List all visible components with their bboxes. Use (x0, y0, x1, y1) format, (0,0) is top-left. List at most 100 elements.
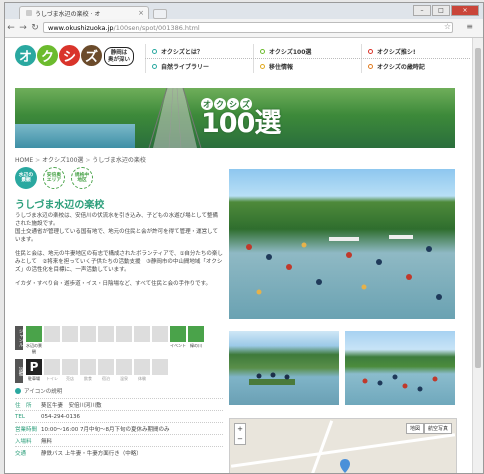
ring-icon (368, 48, 373, 54)
badge-district[interactable]: 規格中 地区 (71, 167, 93, 189)
map-zoom-control[interactable]: + − (234, 423, 246, 445)
nav-label: 自然ライブラリー (161, 63, 210, 71)
nav-migration[interactable]: 移住情報 (253, 59, 361, 73)
breadcrumb: HOME オクシズ100選 うしづま水辺の楽校 (15, 155, 146, 164)
address-bar[interactable]: www.okushizuoka.jp/100sen/spot/001386.ht… (43, 22, 453, 33)
map-type-control: 地図 航空写真 (405, 423, 452, 434)
logo-char: ズ (81, 45, 102, 66)
info-row: TEL 054-294-0136 (15, 410, 223, 422)
window-controls: – □ × (413, 5, 479, 16)
maximize-button[interactable]: □ (432, 5, 450, 16)
ring-icon (368, 63, 373, 69)
nav-saijiki[interactable]: オクシズの歳時記 (361, 59, 469, 73)
zoom-in-button[interactable]: + (235, 424, 245, 434)
tagline-line1: 静岡は (110, 50, 128, 56)
google-map[interactable]: + − 地図 航空写真 (229, 418, 457, 473)
river-crowd-graphic (246, 235, 442, 300)
logo-char: オ (15, 45, 36, 66)
facility-icon[interactable]: 体験 (134, 359, 150, 382)
tab-strip: うしづま水辺の楽校 · オ × – □ × (5, 3, 483, 19)
raft-graphic (249, 372, 295, 385)
feature-icons: ジャンル 水辺の景観 イベント 緑の川 設備 P 駐車場 トイレ 売店 飲食 宿泊… (15, 326, 215, 387)
back-icon[interactable]: ← (5, 23, 17, 33)
nav-nature-library[interactable]: 自然ライブラリー (145, 59, 253, 73)
desc-paragraph: 住民と会は、地元の牛妻地区の有志で構成されたボランティアで、①自分たちの楽しみと… (15, 251, 223, 273)
nav-label: オクシズの歳時記 (377, 63, 425, 71)
crowd-graphic (362, 374, 438, 392)
bookmark-star-icon[interactable]: ☆ (444, 22, 451, 31)
genre-icon[interactable] (134, 326, 150, 343)
genre-icon-row: ジャンル 水辺の景観 イベント 緑の川 (15, 326, 215, 355)
nav-oshi[interactable]: オクシズ推シ! (361, 44, 469, 58)
facility-icon[interactable]: 宿泊 (98, 359, 114, 382)
ring-icon (152, 63, 157, 69)
arrow-circle-icon (15, 388, 21, 394)
main-photo[interactable] (229, 169, 455, 319)
nav-100sen[interactable]: オクシズ100選 (253, 44, 361, 58)
badge-area[interactable]: 安倍奥 エリア (43, 167, 65, 189)
badge-waterside[interactable]: 水辺の 景観 (15, 167, 37, 189)
tagline-bubble: 静岡は 奥が深い (104, 47, 134, 66)
hero-banner: オ ク シ ズ 100選 (15, 88, 455, 148)
close-window-button[interactable]: × (451, 5, 479, 16)
site-logo[interactable]: オ ク シ ズ (15, 45, 102, 66)
genre-icon[interactable] (62, 326, 78, 343)
map-road (309, 420, 334, 473)
facility-icon[interactable]: 売店 (62, 359, 78, 382)
map-type-satellite-button[interactable]: 航空写真 (423, 423, 452, 434)
new-tab-button[interactable] (153, 9, 167, 19)
banner-100sen: 100選 (201, 108, 281, 139)
tagline-line2: 奥が深い (107, 57, 130, 63)
breadcrumb-current: うしづま水辺の楽校 (85, 157, 146, 164)
facility-icon[interactable]: トイレ (44, 359, 60, 382)
icon-explanation-link[interactable]: アイコンの説明 (15, 387, 62, 395)
genre-icon[interactable] (80, 326, 96, 343)
map-type-map-button[interactable]: 地図 (405, 423, 424, 434)
ring-icon (260, 48, 265, 54)
facility-icon[interactable] (152, 359, 168, 376)
nav-label: オクシズ推シ! (377, 48, 416, 56)
thumbnail-photo[interactable] (229, 331, 339, 405)
facility-icon[interactable]: 温泉 (116, 359, 132, 382)
desc-paragraph: うしづま水辺の楽校は、安倍川の伏流水を引き込み、子どもの水遊び場として整備された… (15, 213, 219, 227)
tab-close-icon[interactable]: × (138, 9, 144, 17)
genre-icon[interactable] (116, 326, 132, 343)
info-row: 営業時間 10:00〜16:00 7月中旬〜8月下旬の夏休み期間のみ (15, 422, 223, 434)
browser-toolbar: ← → ↻ www.okushizuoka.jp/100sen/spot/001… (5, 19, 483, 38)
url-domain: www.okushizuoka.jp (48, 24, 114, 32)
zoom-out-button[interactable]: − (235, 434, 245, 444)
vertical-scrollbar[interactable] (472, 38, 483, 473)
genre-icon[interactable] (98, 326, 114, 343)
genre-icon-event[interactable]: イベント (170, 326, 186, 349)
tab-title: うしづま水辺の楽校 · オ (35, 10, 101, 18)
genre-icon[interactable] (152, 326, 168, 343)
thumbnail-photo[interactable] (345, 331, 455, 405)
reload-icon[interactable]: ↻ (29, 23, 41, 33)
browser-tab[interactable]: うしづま水辺の楽校 · オ × (19, 6, 149, 19)
minimize-button[interactable]: – (413, 5, 431, 16)
scrollbar-thumb[interactable] (475, 48, 481, 368)
genre-icon-river[interactable]: 緑の川 (188, 326, 204, 349)
facility-icon-row: 設備 P 駐車場 トイレ 売店 飲食 宿泊 温泉 体験 (15, 359, 215, 383)
ring-icon (260, 63, 265, 69)
facility-icon[interactable]: 飲食 (80, 359, 96, 382)
nav-label: 移住情報 (269, 63, 294, 71)
global-nav: オクシズとは？ オクシズ100選 オクシズ推シ! 自然ライブラリー 移住情報 オ… (145, 44, 470, 73)
forward-icon[interactable]: → (17, 23, 29, 33)
genre-icon[interactable] (44, 326, 60, 343)
breadcrumb-100sen[interactable]: オクシズ100選 (35, 157, 83, 164)
banner-river (15, 124, 135, 148)
genre-icon[interactable]: 水辺の景観 (26, 326, 42, 355)
menu-icon[interactable]: ≡ (466, 22, 473, 31)
category-badges: 水辺の 景観 安倍奥 エリア 規格中 地区 (15, 167, 93, 189)
breadcrumb-home[interactable]: HOME (15, 157, 33, 164)
parking-icon[interactable]: P 駐車場 (26, 359, 42, 382)
nav-about[interactable]: オクシズとは？ (145, 44, 253, 58)
logo-char: シ (59, 45, 80, 66)
desc-paragraph: 国土交通省が管理している国有地で、地元の住民と会が許可を得て管理・運営しています… (15, 229, 218, 243)
spot-info-table: 住 所葵区牛妻 安倍川河川敷 TEL 054-294-0136 営業時間 10:00… (15, 398, 223, 458)
info-row: 交通 静鉄バス 上牛妻・牛妻方面行き（中略） (15, 446, 223, 458)
spot-description: うしづま水辺の楽校は、安倍川の伏流水を引き込み、子どもの水遊び場として整備された… (15, 212, 223, 294)
map-pin-icon[interactable] (340, 459, 350, 473)
ring-icon (152, 48, 157, 54)
